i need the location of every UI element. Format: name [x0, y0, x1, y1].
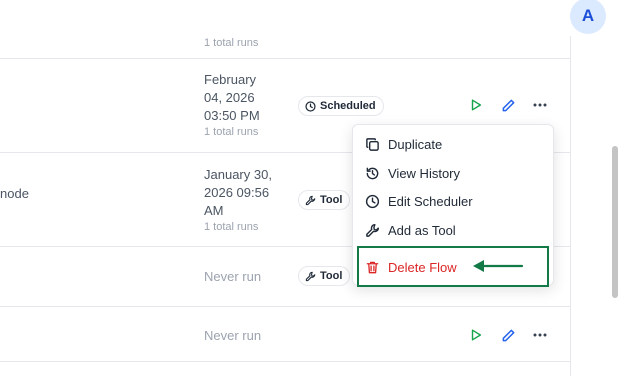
status-badge-label: Tool [320, 270, 343, 282]
wrench-icon [305, 271, 316, 281]
last-run-cell: February 04, 2026 03:50 PM 1 total runs [204, 71, 272, 139]
pencil-icon [502, 329, 514, 341]
clock-icon [365, 194, 380, 208]
table-row: 1 total runs [0, 0, 570, 59]
menu-item-add-as-tool[interactable]: Add as Tool [353, 216, 553, 244]
menu-item-view-history[interactable]: View History [353, 159, 553, 187]
total-runs: 1 total runs [204, 126, 259, 138]
status-badge: Tool [298, 266, 351, 286]
user-avatar[interactable]: A [570, 0, 606, 34]
menu-item-label: Add as Tool [388, 222, 456, 238]
run-button[interactable] [460, 323, 492, 347]
row-actions [460, 323, 556, 347]
wrench-icon [305, 195, 316, 205]
table-row: Never run [0, 307, 570, 362]
edit-button[interactable] [492, 93, 524, 117]
last-run-cell: January 30, 2026 09:56 AM 1 total runs [204, 166, 272, 234]
status-badge-label: Scheduled [320, 100, 376, 112]
more-button[interactable] [524, 323, 556, 347]
last-run-cell: Never run [204, 328, 262, 343]
more-icon [533, 103, 547, 107]
play-icon [471, 99, 482, 111]
history-icon [366, 167, 379, 179]
menu-item-label: View History [388, 165, 461, 181]
last-run-date: February 04, 2026 03:50 PM [204, 72, 260, 123]
status-badge: Scheduled [298, 96, 384, 116]
menu-item-edit-scheduler[interactable]: Edit Scheduler [353, 187, 553, 215]
pencil-icon [502, 99, 514, 111]
menu-item-label: Edit Scheduler [388, 193, 473, 209]
scrollbar-thumb[interactable] [612, 146, 618, 298]
menu-item-label: Duplicate [388, 136, 443, 152]
total-runs: 1 total runs [204, 221, 259, 233]
run-button[interactable] [460, 93, 492, 117]
total-runs: 1 total runs [204, 37, 259, 49]
status-badge: Tool [298, 190, 351, 210]
flow-name[interactable]: node [0, 186, 29, 201]
row-actions [460, 93, 556, 117]
last-run-cell: Never run [204, 269, 262, 284]
edit-button[interactable] [492, 323, 524, 347]
menu-item-duplicate[interactable]: Duplicate [353, 130, 553, 158]
status-badge-label: Tool [320, 194, 343, 206]
last-run-date: January 30, 2026 09:56 AM [204, 167, 272, 218]
annotation-arrow-icon [473, 260, 524, 272]
last-run-cell: 1 total runs [204, 36, 258, 50]
clock-icon [305, 100, 316, 112]
play-icon [471, 329, 482, 341]
wrench-icon [366, 223, 380, 237]
more-button[interactable] [524, 93, 556, 117]
more-icon [533, 333, 547, 337]
copy-icon [366, 137, 379, 151]
